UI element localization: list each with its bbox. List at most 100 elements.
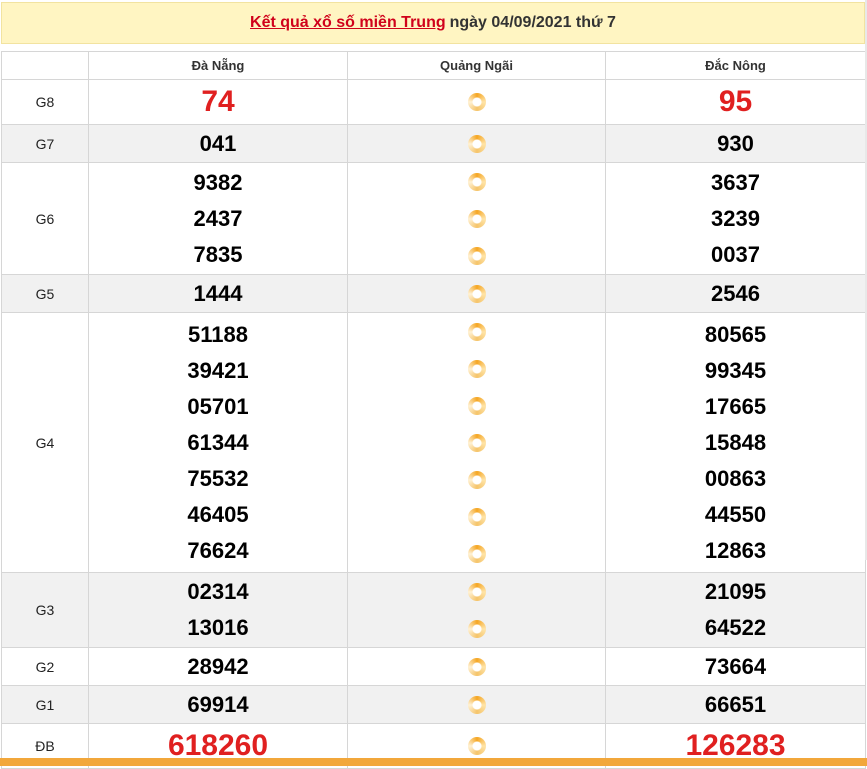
dac-nong-cell: 80565 99345 17665 15848 00863 44550 12863: [605, 312, 866, 573]
dac-nong-cell: 930: [605, 124, 866, 163]
dac-nong-cell: 73664: [605, 647, 866, 686]
title-link[interactable]: Kết quả xổ số miền Trung: [250, 14, 446, 32]
column-header-da-nang: Đà Nẵng: [88, 51, 348, 80]
result-number: 80565: [704, 321, 767, 347]
prize-label: G1: [1, 685, 89, 724]
result-number: 64522: [704, 615, 767, 640]
result-number: 3637: [711, 169, 760, 195]
da-nang-cell: 74: [88, 79, 348, 125]
quang-ngai-cell: [347, 572, 606, 648]
result-number: 74: [201, 85, 235, 118]
da-nang-cell: 28942: [88, 647, 348, 686]
result-number: 2546: [711, 280, 760, 306]
prize-row: G6 9382 2437 7835 3637 3239 0037: [1, 162, 866, 275]
quang-ngai-cell: [347, 274, 606, 313]
result-number: 9382: [193, 169, 243, 195]
loading-spinner-icon: [467, 134, 486, 153]
result-number: 73664: [704, 653, 767, 679]
results-table: Đà Nẵng Quảng Ngãi Đắc Nông G8 74 95 G7 041 9…: [1, 51, 866, 769]
da-nang-cell: 02314 13016: [88, 572, 348, 648]
quang-ngai-cell: [347, 124, 606, 163]
result-number: 95: [718, 85, 753, 118]
result-number: 28942: [187, 653, 249, 679]
prize-row: G1 69914 66651: [1, 685, 866, 724]
result-number: 02314: [187, 579, 249, 604]
result-number: 7835: [193, 241, 243, 267]
dac-nong-cell: 2546: [605, 274, 866, 313]
dac-nong-cell: 3637 3239 0037: [605, 162, 866, 275]
column-header-empty: [1, 51, 89, 80]
prize-row: G3 02314 13016 21095 64522: [1, 572, 866, 648]
results-page: Kết quả xổ số miền Trung ngày 04/09/2021…: [0, 0, 867, 769]
loading-spinner-icon: [467, 544, 486, 563]
prize-label: G8: [1, 79, 89, 125]
quang-ngai-cell: [347, 79, 606, 125]
result-number: 39421: [187, 357, 249, 383]
da-nang-cell: 9382 2437 7835: [88, 162, 348, 275]
loading-spinner-icon: [467, 507, 486, 526]
result-number: 46405: [187, 501, 249, 527]
quang-ngai-cell: [347, 312, 606, 573]
prize-label: G4: [1, 312, 89, 573]
result-number: 12863: [704, 537, 767, 563]
da-nang-cell: 041: [88, 124, 348, 163]
quang-ngai-cell: [347, 162, 606, 275]
da-nang-cell: 1444: [88, 274, 348, 313]
loading-spinner-icon: [467, 93, 486, 111]
dac-nong-cell: 95: [605, 79, 866, 125]
result-number: 21095: [704, 579, 767, 604]
result-number: 61344: [187, 429, 249, 455]
da-nang-cell: 69914: [88, 685, 348, 724]
result-number: 13016: [187, 615, 249, 640]
result-number: 00863: [704, 465, 767, 491]
page-title: Kết quả xổ số miền Trung ngày 04/09/2021…: [1, 2, 865, 44]
loading-spinner-icon: [467, 209, 486, 228]
table-header-row: Đà Nẵng Quảng Ngãi Đắc Nông: [1, 51, 866, 80]
da-nang-cell: 51188 39421 05701 61344 75532 46405 76624: [88, 312, 348, 573]
dac-nong-cell: 21095 64522: [605, 572, 866, 648]
dac-nong-cell: 66651: [605, 685, 866, 724]
prize-row: G7 041 930: [1, 124, 866, 163]
result-number: 3239: [711, 205, 760, 231]
title-date: ngày 04/09/2021 thứ 7: [449, 14, 616, 31]
bottom-bar: [0, 758, 867, 766]
quang-ngai-cell: [347, 647, 606, 686]
prize-label: G3: [1, 572, 89, 648]
prize-label: G7: [1, 124, 89, 163]
result-number: 2437: [193, 205, 243, 231]
loading-spinner-icon: [467, 284, 486, 303]
result-number: 69914: [187, 691, 249, 717]
result-number: 99345: [704, 357, 767, 383]
prize-label: G2: [1, 647, 89, 686]
result-number: 15848: [704, 429, 767, 455]
loading-spinner-icon: [467, 433, 486, 452]
loading-spinner-icon: [467, 396, 486, 415]
prize-row: G8 74 95: [1, 79, 866, 125]
result-number: 66651: [704, 691, 767, 717]
result-number: 75532: [187, 465, 249, 491]
result-number: 0037: [711, 241, 760, 267]
result-number: 76624: [187, 537, 249, 563]
loading-spinner-icon: [467, 172, 486, 191]
result-number: 51188: [188, 321, 248, 347]
column-header-quang-ngai: Quảng Ngãi: [347, 51, 606, 80]
result-number: 930: [717, 130, 754, 156]
loading-spinner-icon: [467, 322, 486, 341]
loading-spinner-icon: [467, 619, 486, 638]
result-number: 44550: [704, 501, 767, 527]
loading-spinner-icon: [467, 737, 486, 755]
loading-spinner-icon: [467, 657, 486, 676]
loading-spinner-icon: [467, 246, 486, 265]
result-number: 05701: [187, 393, 249, 419]
prize-label: G5: [1, 274, 89, 313]
prize-row: G2 28942 73664: [1, 647, 866, 686]
prize-label: G6: [1, 162, 89, 275]
result-number: 1444: [193, 280, 243, 306]
quang-ngai-cell: [347, 685, 606, 724]
result-number: 17665: [704, 393, 767, 419]
result-number: 041: [199, 130, 237, 156]
loading-spinner-icon: [467, 582, 486, 601]
prize-row: G5 1444 2546: [1, 274, 866, 313]
prize-row: G4 51188 39421 05701 61344 75532 46405 76624 805…: [1, 312, 866, 573]
loading-spinner-icon: [467, 359, 486, 378]
